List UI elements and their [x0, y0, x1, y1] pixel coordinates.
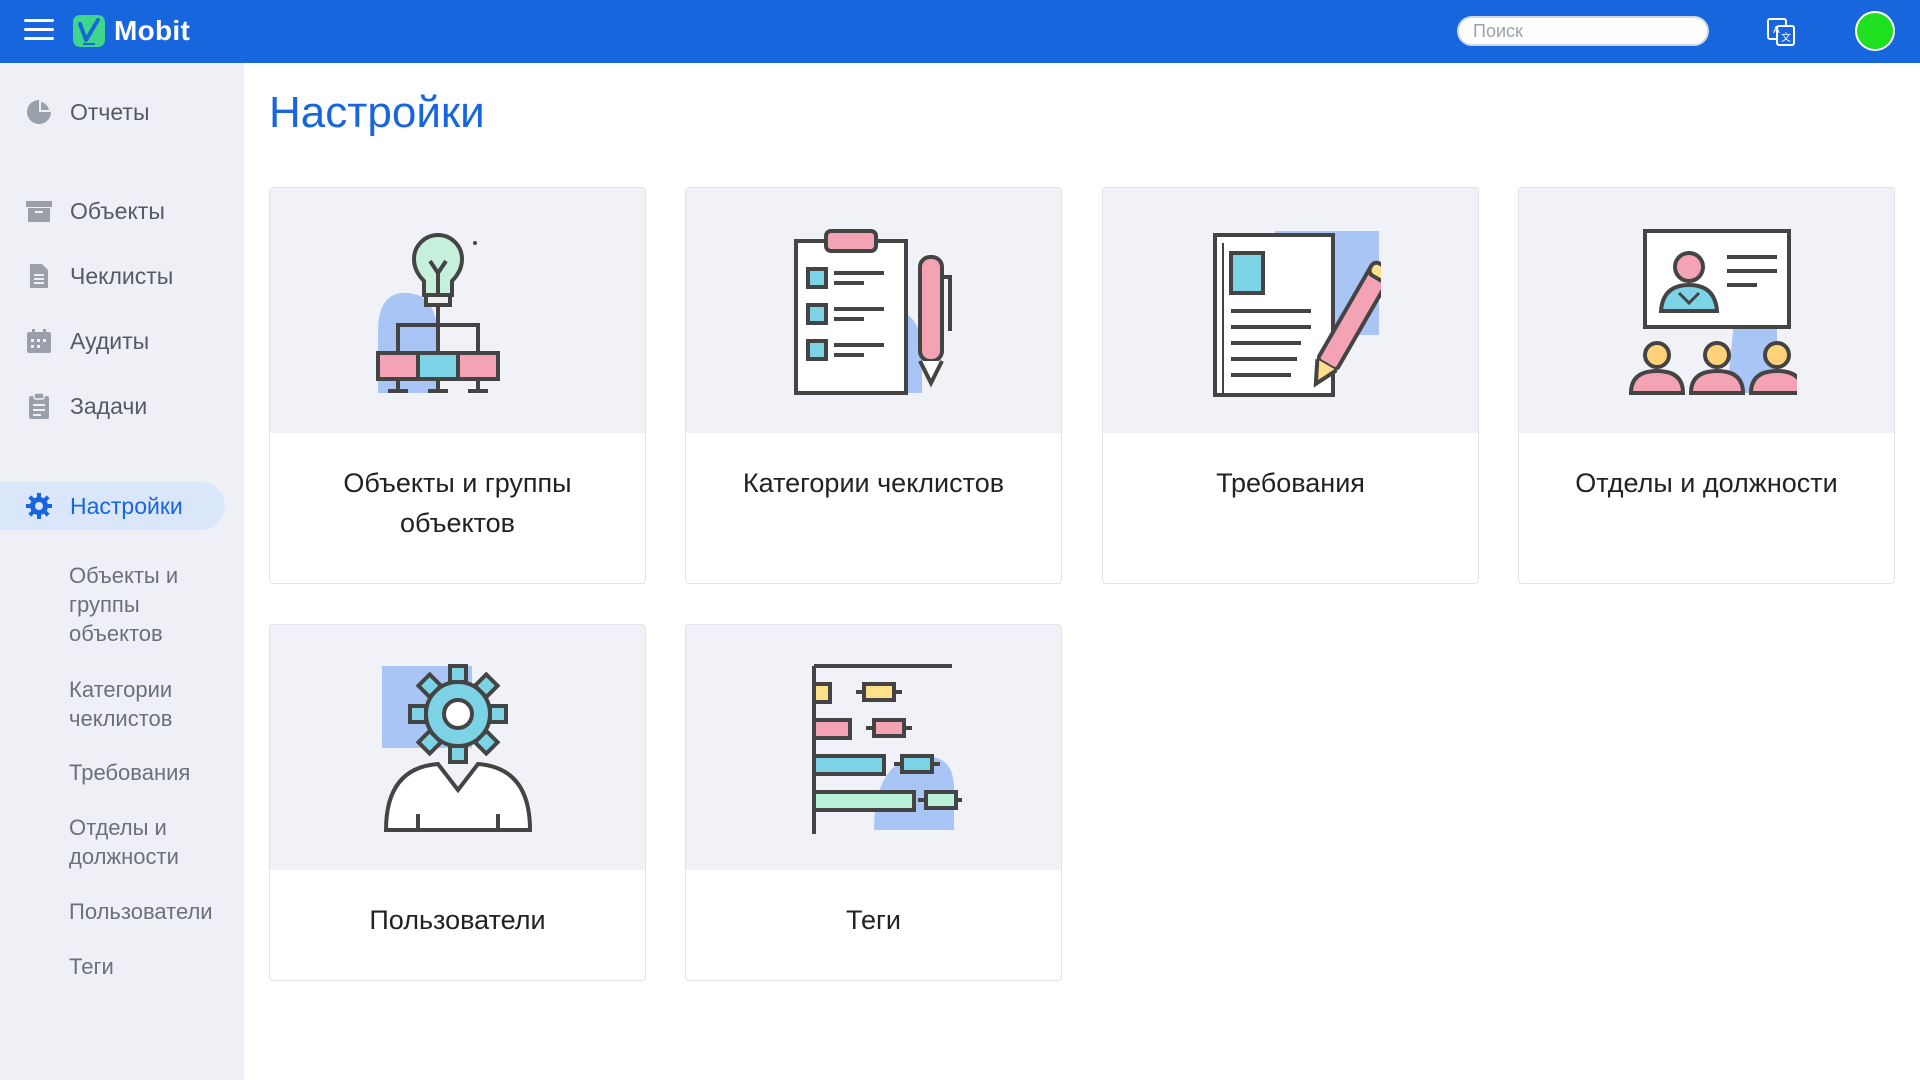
sidebar: Отчеты Объекты Чеклисты Аудиты Задачи На…	[0, 63, 244, 1080]
page-title: Настройки	[269, 88, 485, 137]
settings-card-users[interactable]: Пользователи	[269, 624, 646, 981]
user-status-avatar[interactable]	[1855, 11, 1895, 51]
card-title: Категории чеклистов	[742, 468, 1005, 498]
search-input[interactable]	[1457, 16, 1709, 46]
sidebar-subitem-objects-groups[interactable]: Объекты и группы объектов	[69, 561, 209, 648]
sidebar-item-audits[interactable]: Аудиты	[0, 317, 225, 365]
logo[interactable]: Mobit	[72, 14, 190, 48]
tags-chart-icon	[811, 663, 962, 834]
card-illustration	[1519, 188, 1894, 433]
settings-card-departments[interactable]: Отделы и должности	[1518, 187, 1895, 584]
sidebar-item-label: Аудиты	[70, 327, 150, 354]
sidebar-item-tasks[interactable]: Задачи	[0, 382, 225, 430]
mobit-logo-icon	[73, 15, 105, 47]
translate-icon[interactable]: A 文	[1766, 17, 1796, 47]
card-illustration	[1103, 188, 1478, 433]
sidebar-subitem-checklist-categories[interactable]: Категории чеклистов	[69, 675, 209, 733]
sidebar-item-objects[interactable]: Объекты	[0, 187, 225, 235]
sidebar-item-label: Отчеты	[70, 98, 150, 125]
sidebar-item-reports[interactable]: Отчеты	[0, 88, 225, 136]
svg-text:文: 文	[1781, 31, 1791, 44]
clipboard-icon	[25, 392, 53, 420]
sidebar-subitem-requirements[interactable]: Требования	[69, 758, 219, 787]
top-bar: Mobit A 文	[0, 0, 1920, 63]
card-title: Отделы и должности	[1575, 468, 1838, 498]
card-illustration	[686, 625, 1061, 870]
gear-icon	[25, 492, 53, 520]
document-icon	[25, 262, 53, 290]
card-title: Требования	[1216, 468, 1365, 498]
archive-icon	[25, 197, 53, 225]
card-title: Пользователи	[369, 905, 546, 935]
sidebar-item-label: Настройки	[70, 492, 183, 519]
checklist-clipboard-icon	[793, 228, 952, 395]
object-hierarchy-icon	[375, 232, 500, 393]
card-illustration	[270, 625, 645, 870]
sidebar-subitem-departments[interactable]: Отделы и должности	[69, 813, 209, 871]
sidebar-item-label: Объекты	[70, 197, 165, 224]
sidebar-subitem-tags[interactable]: Теги	[69, 952, 219, 981]
sidebar-item-label: Чеклисты	[70, 262, 174, 289]
sidebar-item-settings[interactable]: Настройки	[0, 482, 225, 530]
settings-card-checklist-categories[interactable]: Категории чеклистов	[685, 187, 1062, 584]
menu-icon[interactable]	[24, 19, 54, 43]
card-title: Теги	[846, 905, 901, 935]
settings-card-objects-groups[interactable]: Объекты и группы объектов	[269, 187, 646, 584]
document-pencil-icon	[1212, 230, 1381, 397]
svg-text:A: A	[1773, 25, 1780, 36]
pie-chart-icon	[25, 98, 53, 126]
sidebar-item-checklists[interactable]: Чеклисты	[0, 252, 225, 300]
sidebar-subitem-users[interactable]: Пользователи	[69, 897, 214, 926]
card-title: Объекты и группы объектов	[343, 468, 572, 538]
sidebar-item-label: Задачи	[70, 392, 148, 419]
calendar-icon	[25, 327, 53, 355]
settings-card-tags[interactable]: Теги	[685, 624, 1062, 981]
app-name: Mobit	[114, 15, 191, 46]
settings-card-requirements[interactable]: Требования	[1102, 187, 1479, 584]
card-illustration	[270, 188, 645, 433]
user-gear-icon	[381, 663, 532, 832]
presentation-people-icon	[1628, 228, 1797, 395]
card-illustration	[686, 188, 1061, 433]
